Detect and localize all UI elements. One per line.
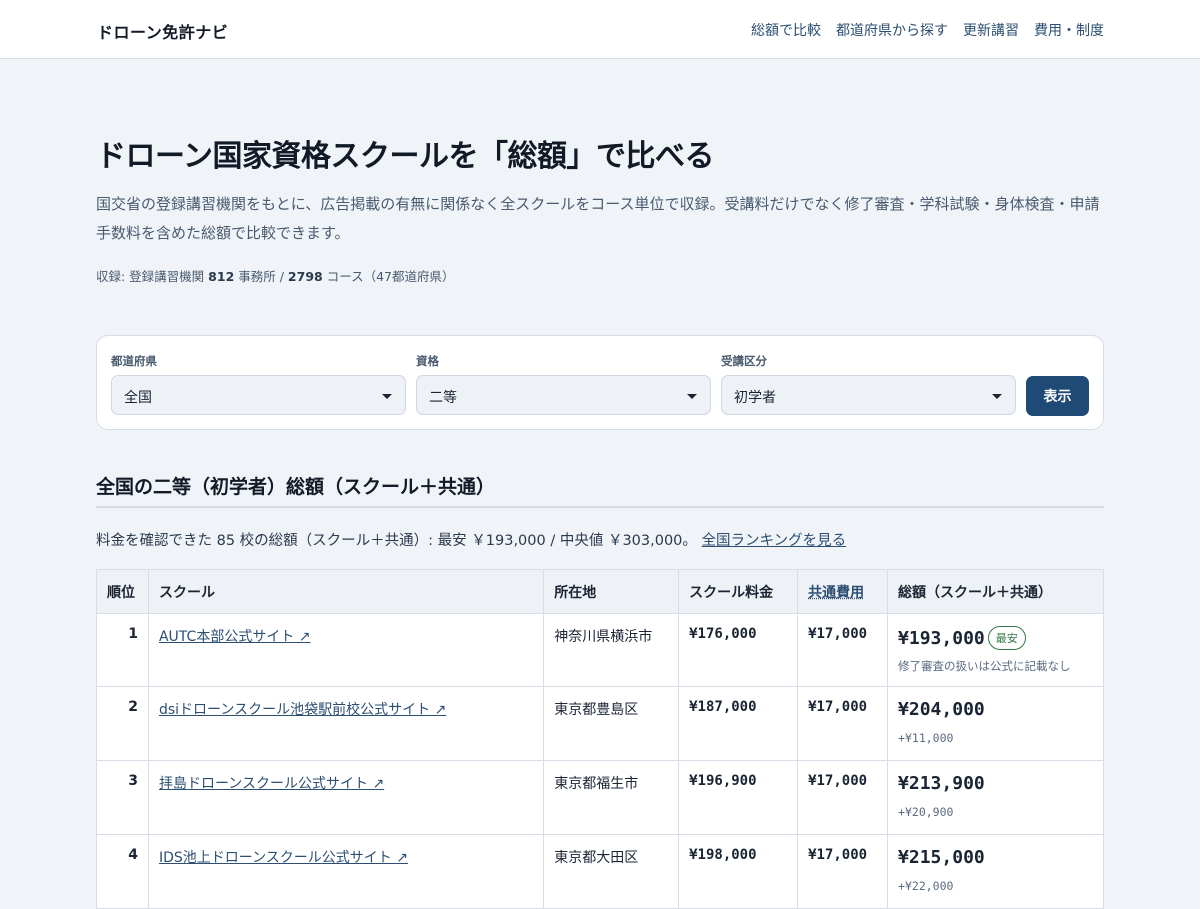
total-cell: ¥215,000 +¥22,000 xyxy=(887,834,1104,909)
total-cell: ¥213,900 +¥20,900 xyxy=(887,760,1104,835)
col-header-common-fee[interactable]: 共通費用 xyxy=(797,569,889,614)
chevron-down-icon xyxy=(382,394,392,399)
category-label: 受講区分 xyxy=(721,354,767,368)
nav-link-costs-system[interactable]: 費用・制度 xyxy=(1034,20,1104,40)
total-diff: +¥22,000 xyxy=(898,879,954,893)
common-fee-cell: ¥17,000 xyxy=(797,760,889,835)
rank-cell: 3 xyxy=(96,760,149,835)
school-link[interactable]: 拝島ドローンスクール公式サイト ↗ xyxy=(159,776,384,792)
location-cell: 神奈川県横浜市 xyxy=(543,613,680,687)
chevron-down-icon xyxy=(687,394,697,399)
category-field: 受講区分 初学者 xyxy=(721,353,1016,415)
col-header-school: スクール xyxy=(147,569,545,614)
stats-offices-unit: 事務所 / xyxy=(238,269,284,284)
common-fee-cell: ¥17,000 xyxy=(797,686,889,761)
stats-prefix: 収録: 登録講習機関 xyxy=(96,269,205,284)
results-title: 全国の二等（初学者）総額（スクール＋共通） xyxy=(96,472,1104,508)
stats-courses-unit: コース（47都道府県） xyxy=(326,269,455,284)
nav-link-search-prefecture[interactable]: 都道府県から探す xyxy=(836,20,948,40)
prefecture-field: 都道府県 全国 xyxy=(111,353,406,415)
page-title: ドローン国家資格スクールを「総額」で比べる xyxy=(96,139,715,174)
total-value: ¥215,000 xyxy=(898,847,985,868)
rank-cell: 2 xyxy=(96,686,149,761)
school-cell: 拝島ドローンスクール公式サイト ↗ xyxy=(147,760,545,835)
stats-courses-count: 2798 xyxy=(287,269,323,284)
total-value: ¥213,900 xyxy=(898,773,985,794)
common-fee-cell: ¥17,000 xyxy=(797,613,889,687)
license-select[interactable]: 二等 xyxy=(416,375,711,415)
school-link[interactable]: AUTC本部公式サイト ↗ xyxy=(159,629,311,645)
total-note: 修了審査の扱いは公式に記載なし xyxy=(898,659,1071,673)
common-fee-cell: ¥17,000 xyxy=(797,834,889,909)
col-header-location: 所在地 xyxy=(543,569,680,614)
total-value: ¥204,000 xyxy=(898,699,985,720)
coverage-stats: 収録: 登録講習機関 812 事務所 / 2798 コース（47都道府県） xyxy=(96,266,454,285)
col-header-rank: 順位 xyxy=(96,569,149,614)
location-cell: 東京都福生市 xyxy=(543,760,680,835)
total-cell: ¥204,000 +¥11,000 xyxy=(887,686,1104,761)
top-navbar: ドローン免許ナビ 総額で比較 都道府県から探す 更新講習 費用・制度 xyxy=(0,0,1200,59)
school-fee-cell: ¥196,900 xyxy=(678,760,799,835)
col-header-total: 総額（スクール＋共通） xyxy=(887,569,1104,614)
total-value: ¥193,000 xyxy=(898,628,985,649)
table-row: 4 IDS池上ドローンスクール公式サイト ↗ 東京都大田区 ¥198,000 ¥… xyxy=(96,834,1104,909)
table-row: 2 dsiドローンスクール池袋駅前校公式サイト ↗ 東京都豊島区 ¥187,00… xyxy=(96,686,1104,761)
results-summary: 料金を確認できた 85 校の総額（スクール＋共通）: 最安 ￥193,000 /… xyxy=(96,529,846,550)
rank-cell: 4 xyxy=(96,834,149,909)
nav-link-compare-total[interactable]: 総額で比較 xyxy=(751,20,821,40)
school-cell: IDS池上ドローンスクール公式サイト ↗ xyxy=(147,834,545,909)
school-fee-cell: ¥187,000 xyxy=(678,686,799,761)
table-header-row: 順位 スクール 所在地 スクール料金 共通費用 総額（スクール＋共通） xyxy=(96,569,1104,614)
total-diff: +¥11,000 xyxy=(898,731,954,745)
ranking-link[interactable]: 全国ランキングを見る xyxy=(702,533,847,549)
results-table: 順位 スクール 所在地 スクール料金 共通費用 総額（スクール＋共通） 1 AU… xyxy=(96,569,1104,909)
location-cell: 東京都豊島区 xyxy=(543,686,680,761)
total-diff: +¥20,900 xyxy=(898,805,954,819)
location-cell: 東京都大田区 xyxy=(543,834,680,909)
license-select-value: 二等 xyxy=(429,390,457,406)
school-cell: AUTC本部公式サイト ↗ xyxy=(147,613,545,687)
school-fee-cell: ¥198,000 xyxy=(678,834,799,909)
table-row: 1 AUTC本部公式サイト ↗ 神奈川県横浜市 ¥176,000 ¥17,000… xyxy=(96,613,1104,687)
stats-offices-count: 812 xyxy=(208,269,235,284)
prefecture-label: 都道府県 xyxy=(111,354,157,368)
total-cell: ¥193,000 最安 修了審査の扱いは公式に記載なし xyxy=(887,613,1104,687)
nav-link-renewal-course[interactable]: 更新講習 xyxy=(963,20,1019,40)
prefecture-select-value: 全国 xyxy=(124,390,152,406)
school-cell: dsiドローンスクール池袋駅前校公式サイト ↗ xyxy=(147,686,545,761)
prefecture-select[interactable]: 全国 xyxy=(111,375,406,415)
license-field: 資格 二等 xyxy=(416,353,711,415)
school-fee-cell: ¥176,000 xyxy=(678,613,799,687)
cheapest-badge: 最安 xyxy=(987,626,1026,650)
category-select[interactable]: 初学者 xyxy=(721,375,1016,415)
summary-text: 料金を確認できた 85 校の総額（スクール＋共通）: 最安 ￥193,000 /… xyxy=(96,533,697,549)
main-nav: 総額で比較 都道府県から探す 更新講習 費用・制度 xyxy=(751,20,1104,40)
chevron-down-icon xyxy=(992,394,1002,399)
school-link[interactable]: dsiドローンスクール池袋駅前校公式サイト ↗ xyxy=(159,702,446,718)
col-header-school-fee: スクール料金 xyxy=(678,569,799,614)
rank-cell: 1 xyxy=(96,613,149,687)
license-label: 資格 xyxy=(416,354,439,368)
school-link[interactable]: IDS池上ドローンスクール公式サイト ↗ xyxy=(159,850,408,866)
show-button[interactable]: 表示 xyxy=(1026,376,1089,416)
filter-form: 都道府県 全国 資格 二等 受講区分 初学者 表示 xyxy=(96,335,1104,430)
lead-text: 国交省の登録講習機関をもとに、広告掲載の有無に関係なく全スクールをコース単位で収… xyxy=(96,195,1100,242)
table-row: 3 拝島ドローンスクール公式サイト ↗ 東京都福生市 ¥196,900 ¥17,… xyxy=(96,760,1104,835)
site-logo[interactable]: ドローン免許ナビ xyxy=(97,19,228,43)
category-select-value: 初学者 xyxy=(734,390,776,406)
